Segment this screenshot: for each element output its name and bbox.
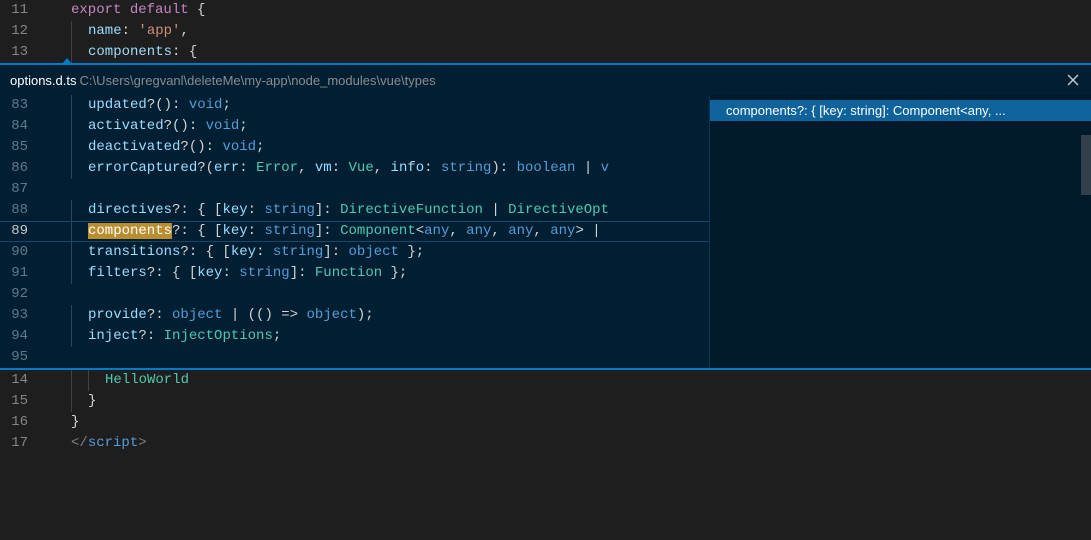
code-line[interactable]: 95	[0, 347, 709, 368]
code-line[interactable]: 11export default {	[0, 0, 1091, 21]
line-number: 90	[0, 242, 54, 263]
peek-code[interactable]: 83updated?(): void;84activated?(): void;…	[0, 95, 709, 368]
code-line[interactable]: 85deactivated?(): void;	[0, 137, 709, 158]
line-number: 89	[0, 221, 54, 242]
code-line[interactable]: 13components: {	[0, 42, 1091, 63]
code-line[interactable]: 16}	[0, 412, 1091, 433]
code-line[interactable]: 86errorCaptured?(err: Error, vm: Vue, in…	[0, 158, 709, 179]
code-line[interactable]: 92	[0, 284, 709, 305]
code-line[interactable]: 12name: 'app',	[0, 21, 1091, 42]
code-line[interactable]: 88directives?: { [key: string]: Directiv…	[0, 200, 709, 221]
code-line[interactable]: 15}	[0, 391, 1091, 412]
line-number: 12	[0, 21, 54, 42]
line-number: 14	[0, 370, 54, 391]
scrollbar[interactable]	[699, 95, 709, 368]
code-line[interactable]: 89components?: { [key: string]: Componen…	[0, 221, 709, 242]
scrollbar[interactable]	[1081, 95, 1091, 368]
line-number: 13	[0, 42, 54, 63]
code-line[interactable]: 17</script>	[0, 433, 1091, 454]
peek-view: options.d.ts C:\Users\gregvanl\deleteMe\…	[0, 63, 1091, 370]
line-number: 15	[0, 391, 54, 412]
code-line[interactable]: 91filters?: { [key: string]: Function };	[0, 263, 709, 284]
code-line[interactable]: 83updated?(): void;	[0, 95, 709, 116]
line-number: 11	[0, 0, 54, 21]
code-line[interactable]: 93provide?: object | (() => object);	[0, 305, 709, 326]
peek-filepath: C:\Users\gregvanl\deleteMe\my-app\node_m…	[80, 73, 436, 88]
code-line[interactable]: 90transitions?: { [key: string]: object …	[0, 242, 709, 263]
line-number: 88	[0, 200, 54, 221]
line-number: 87	[0, 179, 54, 200]
line-number: 84	[0, 116, 54, 137]
code-line[interactable]: 84activated?(): void;	[0, 116, 709, 137]
line-number: 86	[0, 158, 54, 179]
peek-body: 83updated?(): void;84activated?(): void;…	[0, 95, 1091, 368]
line-number: 83	[0, 95, 54, 116]
reference-item[interactable]: components?: { [key: string]: Component<…	[710, 100, 1091, 121]
peek-header: options.d.ts C:\Users\gregvanl\deleteMe\…	[0, 65, 1091, 95]
peek-references-panel: components?: { [key: string]: Component<…	[710, 95, 1091, 368]
editor-bottom-lines[interactable]: 14HelloWorld15}16}17</script>	[0, 370, 1091, 454]
peek-filename: options.d.ts	[10, 73, 77, 88]
line-number: 91	[0, 263, 54, 284]
line-number: 94	[0, 326, 54, 347]
line-number: 93	[0, 305, 54, 326]
line-number: 17	[0, 433, 54, 454]
line-number: 95	[0, 347, 54, 368]
editor-top-lines[interactable]: 11export default {12name: 'app',13compon…	[0, 0, 1091, 63]
line-number: 16	[0, 412, 54, 433]
code-line[interactable]: 14HelloWorld	[0, 370, 1091, 391]
code-line[interactable]: 87	[0, 179, 709, 200]
line-number: 85	[0, 137, 54, 158]
code-line[interactable]: 94inject?: InjectOptions;	[0, 326, 709, 347]
line-number: 92	[0, 284, 54, 305]
close-icon[interactable]	[1065, 72, 1081, 88]
